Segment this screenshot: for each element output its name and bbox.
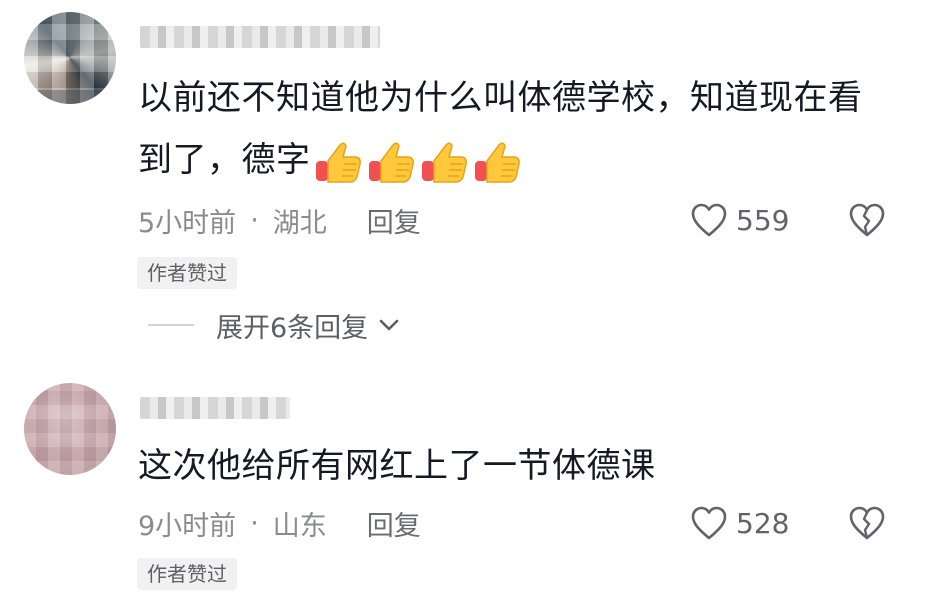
meta-separator: ·	[250, 204, 259, 236]
thumbs-up-emoji	[315, 142, 361, 183]
comment-text-line1: 这次他给所有网红上了一节体德课	[138, 446, 656, 486]
broken-heart-icon[interactable]	[848, 505, 886, 541]
comment-item: 以前还不知道他为什么叫体德学校，知道现在看 到了，德字 5小时前 · 湖北 回复…	[0, 0, 925, 360]
comment-time: 5小时前	[138, 207, 237, 239]
expand-replies-button[interactable]: 展开6条回复	[148, 305, 402, 345]
username-blurred[interactable]	[140, 26, 380, 48]
like-count: 559	[736, 203, 790, 237]
avatar[interactable]	[24, 383, 116, 475]
reply-button[interactable]: 回复	[367, 201, 421, 240]
thumbs-up-emoji	[421, 142, 467, 183]
comment-location: 湖北	[272, 207, 327, 239]
broken-heart-icon[interactable]	[848, 202, 886, 238]
like-button[interactable]: 559	[690, 200, 789, 240]
heart-outline-icon	[691, 506, 727, 540]
chevron-down-icon	[379, 319, 399, 331]
expand-replies-label: 展开6条回复	[216, 312, 369, 344]
author-liked-badge: 作者赞过	[137, 257, 237, 289]
meta-separator: ·	[250, 507, 259, 539]
like-count: 528	[736, 506, 790, 540]
author-liked-badge: 作者赞过	[137, 558, 237, 590]
heart-outline-icon	[691, 203, 727, 237]
comment-meta: 9小时前 · 山东 回复	[138, 503, 421, 543]
comment-text: 这次他给所有网红上了一节体德课	[138, 435, 889, 497]
comment-item: 这次他给所有网红上了一节体德课 9小时前 · 山东 回复 528 作者赞过	[0, 375, 925, 592]
comment-text-line2: 到了，德字	[138, 140, 311, 180]
thumbs-up-emoji	[368, 142, 414, 183]
comment-meta: 5小时前 · 湖北 回复	[138, 200, 421, 240]
like-button[interactable]: 528	[690, 503, 789, 543]
comment-location: 山东	[272, 510, 327, 542]
comment-text: 以前还不知道他为什么叫体德学校，知道现在看 到了，德字	[138, 67, 889, 193]
thumbs-up-emoji	[474, 142, 520, 183]
comment-time: 9小时前	[138, 510, 237, 542]
avatar[interactable]	[24, 12, 116, 104]
username-blurred[interactable]	[140, 397, 290, 419]
comment-list: 以前还不知道他为什么叫体德学校，知道现在看 到了，德字 5小时前 · 湖北 回复…	[0, 0, 925, 592]
comment-text-line1: 以前还不知道他为什么叫体德学校，知道现在看	[138, 78, 863, 118]
divider-line	[148, 324, 194, 326]
emoji-group	[311, 131, 523, 193]
reply-button[interactable]: 回复	[367, 504, 421, 543]
